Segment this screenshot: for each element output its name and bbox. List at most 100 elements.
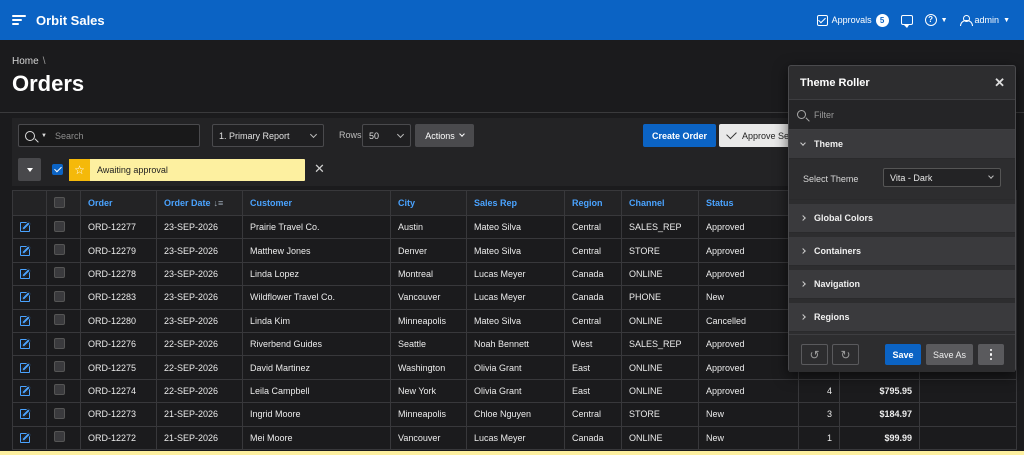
save-button[interactable]: Save [885, 344, 921, 365]
row-checkbox[interactable] [54, 244, 65, 256]
table-row[interactable]: ORD-12274 22-SEP-2026 Leila Campbell New Yo… [12, 378, 1017, 404]
column-header-sales-rep[interactable]: Sales Rep [466, 190, 565, 216]
cell-total: $795.95 [839, 378, 920, 404]
cell-region: Central [564, 402, 622, 427]
row-checkbox[interactable] [54, 431, 65, 443]
row-select-cell[interactable] [46, 261, 81, 287]
section-theme[interactable]: Theme [789, 130, 1015, 159]
section-global-colors[interactable]: Global Colors [789, 204, 1015, 233]
row-select-cell[interactable] [46, 355, 81, 380]
row-checkbox[interactable] [54, 361, 65, 373]
edit-icon[interactable] [20, 385, 30, 396]
column-header-customer[interactable]: Customer [242, 190, 391, 216]
edit-icon[interactable] [20, 245, 30, 256]
edit-icon[interactable] [20, 362, 30, 373]
select-theme-dropdown[interactable]: Vita - Dark [883, 168, 1001, 187]
row-select-cell[interactable] [46, 378, 81, 404]
row-checkbox[interactable] [54, 267, 65, 279]
section-regions[interactable]: Regions [789, 303, 1015, 332]
approvals-link[interactable]: Approvals 5 [816, 13, 889, 27]
select-all-checkbox[interactable] [54, 196, 65, 208]
cell-quantity: 3 [798, 402, 840, 427]
rows-select[interactable]: 50 [362, 124, 411, 147]
menu-icon[interactable] [12, 15, 26, 25]
cell-channel: ONLINE [621, 355, 699, 380]
column-header-city[interactable]: City [390, 190, 467, 216]
breadcrumb-home-link[interactable]: Home [12, 56, 39, 67]
toggle-filters-button[interactable] [18, 158, 41, 181]
row-checkbox[interactable] [54, 337, 65, 349]
row-select-cell[interactable] [46, 285, 81, 310]
section-containers-label: Containers [814, 246, 862, 256]
section-containers[interactable]: Containers [789, 237, 1015, 266]
save-as-button[interactable]: Save As [926, 344, 973, 365]
filter-pill[interactable]: ☆ Awaiting approval [69, 159, 305, 181]
edit-cell[interactable] [12, 308, 47, 333]
cell-rep: Lucas Meyer [466, 425, 565, 450]
undo-button[interactable]: ↺ [801, 344, 828, 365]
column-header-status[interactable]: Status [698, 190, 799, 216]
filter-enabled-checkbox[interactable] [52, 164, 63, 175]
column-header-order-date[interactable]: Order Date ↓≡ [156, 190, 243, 216]
row-select-cell[interactable] [46, 331, 81, 357]
actions-button[interactable]: Actions [415, 124, 474, 147]
edit-icon[interactable] [20, 408, 30, 420]
row-checkbox[interactable] [54, 314, 65, 326]
row-select-cell[interactable] [46, 238, 81, 263]
remove-filter-icon[interactable]: ✕ [314, 161, 325, 177]
edit-icon[interactable] [20, 291, 30, 303]
select-all-header[interactable] [46, 190, 81, 216]
edit-cell[interactable] [12, 261, 47, 287]
row-select-cell[interactable] [46, 308, 81, 333]
edit-cell[interactable] [12, 425, 47, 450]
user-menu-button[interactable]: admin ▼ [959, 14, 1010, 26]
edit-cell[interactable] [12, 355, 47, 380]
row-checkbox[interactable] [54, 384, 65, 396]
approvals-label: Approvals [831, 15, 872, 25]
create-order-button[interactable]: Create Order [643, 124, 716, 147]
edit-icon[interactable] [20, 315, 30, 326]
row-checkbox[interactable] [54, 407, 65, 419]
app-title[interactable]: Orbit Sales [36, 13, 105, 28]
redo-button[interactable]: ↻ [832, 344, 859, 365]
help-menu-button[interactable]: ? ▼ [924, 14, 948, 26]
edit-icon[interactable] [20, 268, 30, 279]
chevron-down-icon[interactable]: ▼ [41, 133, 47, 139]
edit-icon[interactable] [20, 338, 30, 350]
column-header-region[interactable]: Region [564, 190, 622, 216]
edit-cell[interactable] [12, 331, 47, 357]
column-header-channel[interactable]: Channel [621, 190, 699, 216]
table-row[interactable]: ORD-12272 21-SEP-2026 Mei Moore Vancouver Lu… [12, 425, 1017, 450]
cell-customer: Prairie Travel Co. [242, 214, 391, 240]
search-icon[interactable] [25, 130, 35, 141]
edit-cell[interactable] [12, 402, 47, 427]
column-header-order-date-label: Order Date [164, 198, 211, 208]
chevron-right-icon [800, 215, 806, 221]
edit-cell[interactable] [12, 214, 47, 240]
theme-roller-filter[interactable] [789, 100, 1015, 130]
report-select[interactable]: 1. Primary Report [212, 124, 324, 147]
cell-date: 22-SEP-2026 [156, 355, 243, 380]
breadcrumb-separator: \ [42, 56, 46, 67]
column-header-order[interactable]: Order [80, 190, 157, 216]
row-checkbox[interactable] [54, 220, 65, 232]
theme-roller-filter-input[interactable] [814, 109, 994, 120]
section-navigation[interactable]: Navigation [789, 270, 1015, 299]
close-icon[interactable]: ✕ [994, 76, 1005, 89]
edit-cell[interactable] [12, 285, 47, 310]
edit-icon[interactable] [20, 221, 30, 233]
edit-cell[interactable] [12, 378, 47, 404]
row-select-cell[interactable] [46, 402, 81, 427]
cell-city: Seattle [390, 331, 467, 357]
row-checkbox[interactable] [54, 290, 65, 302]
feedback-button[interactable] [900, 15, 913, 28]
search-box[interactable]: ▼ [18, 124, 200, 147]
more-options-button[interactable] [978, 344, 1004, 365]
cell-region: Central [564, 214, 622, 240]
row-select-cell[interactable] [46, 425, 81, 450]
edit-icon[interactable] [20, 432, 30, 443]
table-row[interactable]: ORD-12273 21-SEP-2026 Ingrid Moore Minneapo… [12, 402, 1017, 427]
edit-cell[interactable] [12, 238, 47, 263]
row-select-cell[interactable] [46, 214, 81, 240]
search-input[interactable] [54, 130, 185, 141]
